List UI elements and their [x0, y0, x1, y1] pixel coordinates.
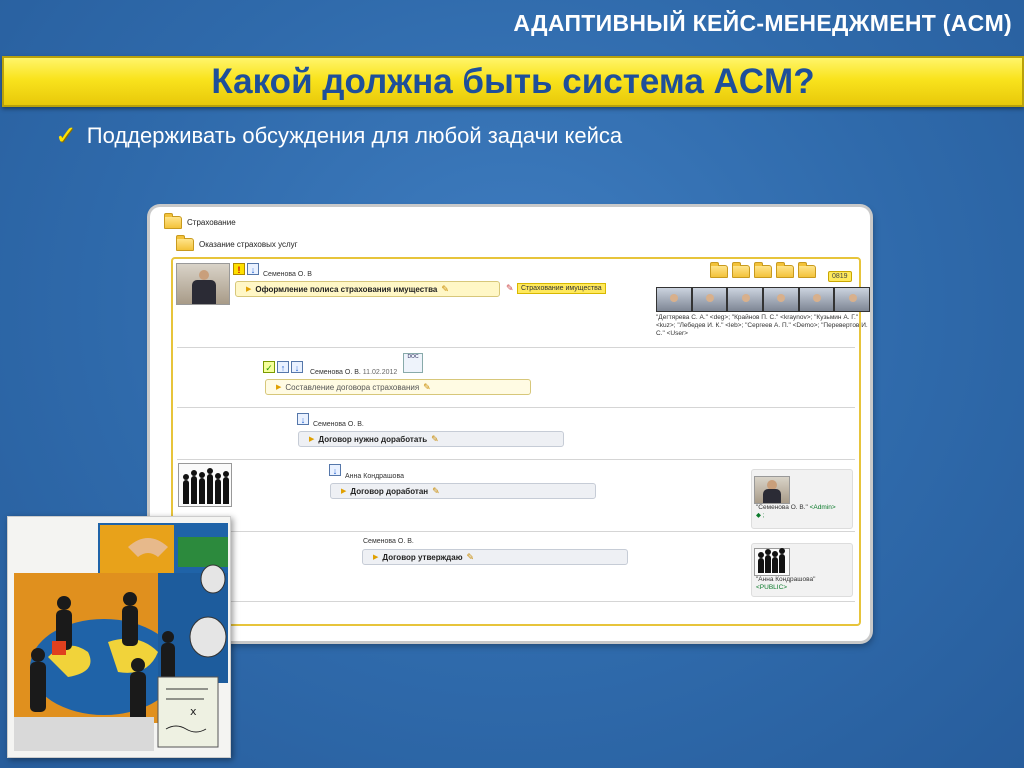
task-label: Оформление полиса страхования имущества	[255, 284, 438, 294]
task-label: Составление договора страхования	[285, 382, 420, 392]
clipart-illustration: x	[8, 517, 230, 757]
participant-info: "Семенова О. В." <Admin> ◆ ;	[756, 504, 836, 519]
task-item[interactable]: ▶ Договор доработан ✎	[330, 483, 596, 499]
bullet-text: Поддерживать обсуждения для любой задачи…	[86, 122, 623, 148]
edit-icon[interactable]: ✎	[432, 486, 440, 497]
check-icon[interactable]: ✓	[263, 361, 275, 373]
expand-icon: ▶	[373, 554, 379, 561]
action-toolbar	[710, 262, 816, 278]
post-date: 11.02.2012	[362, 369, 398, 376]
folder-icon	[176, 235, 194, 251]
folder-label: Оказание страховых услуг	[199, 240, 298, 249]
task-item[interactable]: ▶ Договор нужно доработать ✎	[298, 431, 564, 447]
group-avatar	[178, 463, 232, 507]
folder-settings-icon[interactable]	[798, 262, 816, 278]
participant-box: "Семенова О. В." <Admin> ◆ ;	[751, 469, 853, 529]
main-title: Какой должна быть система ACM?	[211, 61, 815, 101]
warning-icon[interactable]: !	[233, 263, 245, 275]
edit-icon[interactable]: ✎	[423, 382, 431, 393]
author-name: Семенова О. В.	[363, 538, 414, 545]
participants-photos	[656, 287, 870, 312]
arrow-down-icon[interactable]: ↓	[329, 464, 341, 476]
task-label: Договор нужно доработать	[318, 434, 428, 444]
expand-icon: ▶	[246, 286, 252, 293]
row-divider	[177, 407, 855, 408]
task-item[interactable]: ▶ Оформление полиса страхования имуществ…	[235, 281, 500, 297]
author-name: Семенова О. В. 11.02.2012	[310, 369, 397, 376]
participant-avatar[interactable]	[754, 548, 790, 576]
folder-icon	[164, 213, 182, 229]
svg-text:x: x	[190, 705, 197, 718]
row-divider	[177, 347, 855, 348]
business-clipart: x	[7, 516, 231, 758]
arrow-up-icon[interactable]: ↑	[277, 361, 289, 373]
participant-avatar[interactable]	[754, 476, 790, 504]
participants-list: "Дегтярева С. А." <deg>; "Крайнов П. С."…	[656, 314, 868, 337]
doc-attachment-icon[interactable]: DOC	[403, 353, 423, 373]
author-name: Анна Кондрашова	[345, 473, 404, 480]
folder-comment-icon[interactable]	[754, 262, 772, 278]
title-band: Какой должна быть система ACM?	[2, 56, 1024, 107]
participant-info: "Анна Кондрашова" <PUBLIC>	[756, 576, 816, 591]
edit-icon[interactable]: ✎	[441, 284, 449, 295]
folder-label: Страхование	[187, 218, 236, 227]
row-divider	[177, 601, 855, 602]
user-photo[interactable]	[728, 288, 763, 311]
expand-icon: ▶	[309, 436, 315, 443]
author-name: Семенова О. В	[263, 271, 312, 278]
bullet-item: ✓ Поддерживать обсуждения для любой зада…	[55, 120, 622, 151]
checkmark-icon: ✓	[55, 120, 77, 150]
task-label: Договор утверждаю	[382, 552, 463, 562]
arrow-down-icon[interactable]: ↓	[297, 413, 309, 425]
task-label: Договор доработан	[350, 486, 429, 496]
folder-add-icon[interactable]	[710, 262, 728, 278]
category-tag[interactable]: Страхование имущества	[517, 283, 606, 294]
folder-delete-icon[interactable]	[732, 262, 750, 278]
task-item[interactable]: ▶ Составление договора страхования ✎	[265, 379, 531, 395]
user-photo[interactable]	[692, 288, 727, 311]
edit-icon[interactable]: ✎	[467, 552, 475, 563]
user-photo[interactable]	[799, 288, 834, 311]
folder-copy-icon[interactable]	[776, 262, 794, 278]
header-title: АДАПТИВНЫЙ КЕЙС-МЕНЕДЖМЕНТ (ACM)	[513, 10, 1012, 36]
edit-icon[interactable]: ✎	[431, 434, 439, 445]
discussion-tree: ! ↓ Семенова О. В ▶ Оформление полиса ст…	[171, 257, 870, 626]
participant-box: "Анна Кондрашова" <PUBLIC>	[751, 543, 853, 597]
row-divider	[177, 531, 855, 532]
author-name: Семенова О. В.	[313, 421, 364, 428]
user-photo[interactable]	[835, 288, 870, 311]
row-divider	[177, 459, 855, 460]
user-photo[interactable]	[657, 288, 691, 311]
counter-badge: 0819	[828, 271, 852, 282]
arrow-down-icon[interactable]: ↓	[247, 263, 259, 275]
user-photo[interactable]	[764, 288, 798, 311]
expand-icon: ▶	[341, 488, 347, 495]
expand-icon: ▶	[276, 384, 282, 391]
tag-icon: ✎	[506, 283, 514, 293]
task-item[interactable]: ▶ Договор утверждаю ✎	[362, 549, 628, 565]
folder-okazanie[interactable]: Оказание страховых услуг	[176, 235, 298, 251]
folder-strakhovanie[interactable]: Страхование	[164, 213, 236, 229]
author-label: Семенова О. В.	[310, 369, 361, 376]
arrow-down-icon[interactable]: ↓	[291, 361, 303, 373]
author-avatar	[176, 263, 230, 305]
app-panel: Страхование Оказание страховых услуг ! ↓…	[150, 207, 870, 641]
